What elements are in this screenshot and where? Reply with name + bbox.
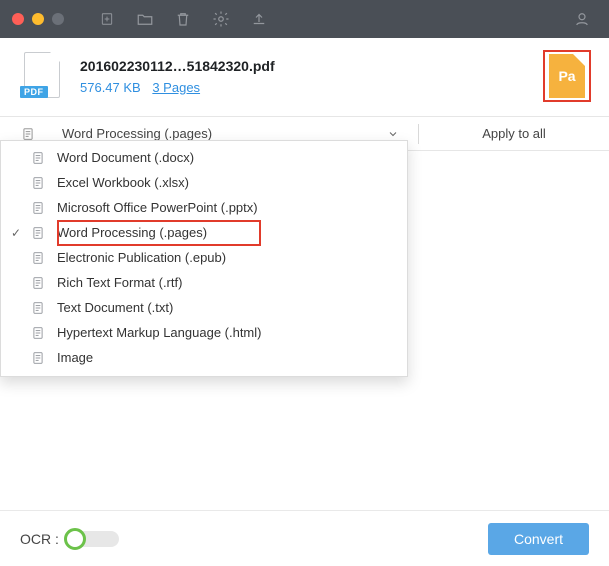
file-name: 201602230112…51842320.pdf bbox=[80, 58, 527, 74]
dropdown-item-label: Electronic Publication (.epub) bbox=[53, 250, 226, 265]
gear-icon[interactable] bbox=[212, 10, 230, 28]
file-type-icon bbox=[29, 225, 47, 241]
ocr-label: OCR : bbox=[20, 531, 59, 547]
dropdown-item[interactable]: Microsoft Office PowerPoint (.pptx) bbox=[1, 195, 407, 220]
zoom-window[interactable] bbox=[52, 13, 64, 25]
file-type-icon bbox=[29, 325, 47, 341]
dropdown-item[interactable]: Text Document (.txt) bbox=[1, 295, 407, 320]
add-file-icon[interactable] bbox=[98, 10, 116, 28]
upload-icon[interactable] bbox=[250, 10, 268, 28]
dropdown-item-label: Microsoft Office PowerPoint (.pptx) bbox=[53, 200, 258, 215]
file-type-icon bbox=[29, 200, 47, 216]
pdf-badge: PDF bbox=[20, 86, 48, 98]
toggle-knob bbox=[64, 528, 86, 550]
dropdown-item[interactable]: Hypertext Markup Language (.html) bbox=[1, 320, 407, 345]
apply-to-all-button[interactable]: Apply to all bbox=[419, 126, 609, 141]
target-format-badge: Pa bbox=[558, 68, 575, 84]
pdf-file-icon: PDF bbox=[24, 52, 64, 100]
dropdown-item[interactable]: Image bbox=[1, 345, 407, 370]
target-format-icon[interactable]: Pa bbox=[543, 50, 591, 102]
file-type-icon bbox=[29, 275, 47, 291]
file-type-icon bbox=[29, 300, 47, 316]
footer: OCR : Convert bbox=[0, 510, 609, 566]
dropdown-item[interactable]: Excel Workbook (.xlsx) bbox=[1, 170, 407, 195]
minimize-window[interactable] bbox=[32, 13, 44, 25]
window-controls bbox=[12, 13, 64, 25]
dropdown-item-label: Text Document (.txt) bbox=[53, 300, 173, 315]
pages-link[interactable]: 3 Pages bbox=[152, 80, 200, 95]
check-icon: ✓ bbox=[9, 226, 23, 240]
close-window[interactable] bbox=[12, 13, 24, 25]
titlebar bbox=[0, 0, 609, 38]
dropdown-item-label: Word Document (.docx) bbox=[53, 150, 194, 165]
dropdown-item-label: Image bbox=[53, 350, 93, 365]
file-type-icon bbox=[29, 250, 47, 266]
dropdown-item[interactable]: ✓ Word Processing (.pages) bbox=[1, 220, 407, 245]
format-dropdown: Word Document (.docx) Excel Workbook (.xl… bbox=[0, 140, 408, 377]
trash-icon[interactable] bbox=[174, 10, 192, 28]
file-row: PDF 201602230112…51842320.pdf 576.47 KB … bbox=[0, 38, 609, 117]
folder-icon[interactable] bbox=[136, 10, 154, 28]
support-icon[interactable] bbox=[573, 10, 591, 28]
dropdown-item-label: Word Processing (.pages) bbox=[53, 225, 207, 240]
chevron-down-icon[interactable] bbox=[374, 128, 418, 140]
file-size: 576.47 KB bbox=[80, 80, 141, 95]
dropdown-item-label: Hypertext Markup Language (.html) bbox=[53, 325, 261, 340]
dropdown-item[interactable]: Electronic Publication (.epub) bbox=[1, 245, 407, 270]
ocr-toggle[interactable] bbox=[65, 531, 119, 547]
dropdown-item[interactable]: Word Document (.docx) bbox=[1, 145, 407, 170]
dropdown-item[interactable]: Rich Text Format (.rtf) bbox=[1, 270, 407, 295]
format-dropdown-trigger[interactable]: Word Processing (.pages) bbox=[56, 126, 374, 141]
dropdown-item-label: Rich Text Format (.rtf) bbox=[53, 275, 182, 290]
file-type-icon bbox=[29, 175, 47, 191]
file-type-icon bbox=[29, 350, 47, 366]
file-type-icon bbox=[29, 150, 47, 166]
dropdown-item-label: Excel Workbook (.xlsx) bbox=[53, 175, 189, 190]
convert-button[interactable]: Convert bbox=[488, 523, 589, 555]
